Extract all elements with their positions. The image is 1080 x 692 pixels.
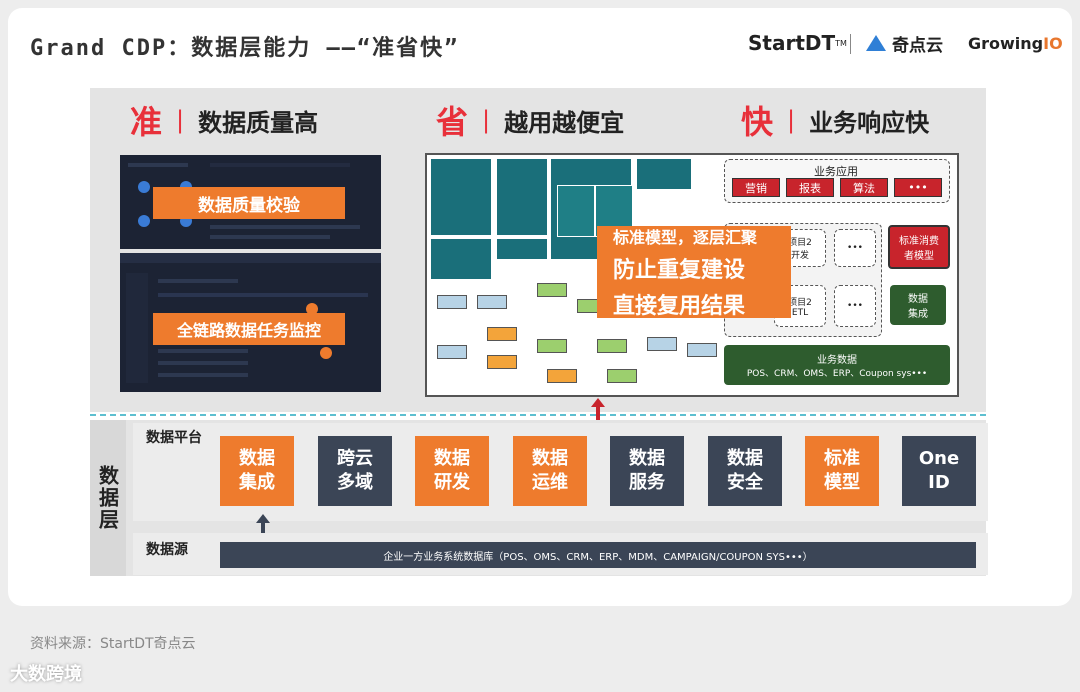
module-data-integration: 数据 集成 xyxy=(220,436,294,506)
module-data-ops: 数据 运维 xyxy=(513,436,587,506)
pillar-text: 越用越便宜 xyxy=(504,108,625,137)
pillar-fast: 快 | 业务响应快 xyxy=(741,100,930,141)
slide-title: Grand CDP：数据层能力 ——“准省快” xyxy=(30,36,460,61)
startdt-logo-text: StartDT xyxy=(748,31,836,55)
watermark: 大数跨境 xyxy=(10,664,82,685)
startdt-tm: TM xyxy=(835,38,847,48)
callout-line-1: 标准模型，逐层汇聚 xyxy=(613,228,758,247)
callout-line-2: 防止重复建设 xyxy=(613,258,746,283)
data-platform-label: 数据平台 xyxy=(146,430,202,446)
pillar-bar: | xyxy=(176,106,185,134)
business-data-title: 业务数据 xyxy=(817,355,857,366)
module-data-dev: 数据 研发 xyxy=(415,436,489,506)
data-layer-text: 数据层 xyxy=(95,465,120,531)
pillar-bar: | xyxy=(787,106,796,134)
module-one-id: One ID xyxy=(902,436,976,506)
source-credit: 资料来源：StartDT奇点云 xyxy=(30,636,196,652)
growingio-logo: Growing IO xyxy=(968,28,1063,58)
logo-divider xyxy=(850,34,851,54)
business-apps-title: 业务应用 xyxy=(814,165,858,178)
business-data-box: 业务数据 POS、CRM、OMS、ERP、Coupon sys••• xyxy=(724,345,950,385)
module-standard-model: 标准 模型 xyxy=(805,436,879,506)
app-algorithm: 算法 xyxy=(840,178,888,197)
pillar-char: 准 xyxy=(130,103,163,141)
qidianyun-triangle-icon xyxy=(866,35,886,51)
data-source-bar: 企业一方业务系统数据库（POS、OMS、CRM、ERP、MDM、CAMPAIGN… xyxy=(220,542,976,568)
business-data-items: POS、CRM、OMS、ERP、Coupon sys••• xyxy=(746,369,928,379)
pillar-char: 快 xyxy=(741,103,774,141)
pillar-accurate: 准 | 数据质量高 xyxy=(130,100,319,141)
standard-consumer-model: 标准消费 者模型 xyxy=(888,225,950,269)
pillar-char: 省 xyxy=(436,103,469,141)
dots-box: ••• xyxy=(834,229,876,267)
qidianyun-logo-text: 奇点云 xyxy=(892,35,943,56)
growingio-text-b: IO xyxy=(1043,33,1063,53)
quality-check-label: 数据质量校验 xyxy=(153,187,345,219)
startdt-logo: StartDT TM xyxy=(748,28,847,58)
data-integration-box: 数据 集成 xyxy=(890,285,946,325)
model-callout: 标准模型，逐层汇聚 防止重复建设 直接复用结果 xyxy=(597,226,791,319)
dots-box: ••• xyxy=(834,285,876,327)
data-layer-label: 数据层 xyxy=(90,420,126,576)
growingio-text-a: Growing xyxy=(968,33,1044,53)
app-marketing: 营销 xyxy=(732,178,780,197)
module-data-service: 数据 服务 xyxy=(610,436,684,506)
task-monitor-label: 全链路数据任务监控 xyxy=(153,313,345,345)
pillar-bar: | xyxy=(482,106,491,134)
pillar-text: 数据质量高 xyxy=(198,108,319,137)
app-reports: 报表 xyxy=(786,178,834,197)
qidianyun-logo: 奇点云 xyxy=(866,28,943,58)
app-more: ••• xyxy=(894,178,942,197)
pillar-text: 业务响应快 xyxy=(809,108,930,137)
module-cross-cloud: 跨云 多域 xyxy=(318,436,392,506)
module-data-security: 数据 安全 xyxy=(708,436,782,506)
callout-line-3: 直接复用结果 xyxy=(613,294,746,319)
layer-separator xyxy=(90,414,986,416)
data-source-label: 数据源 xyxy=(146,542,188,558)
pillar-economical: 省 | 越用越便宜 xyxy=(436,100,625,141)
